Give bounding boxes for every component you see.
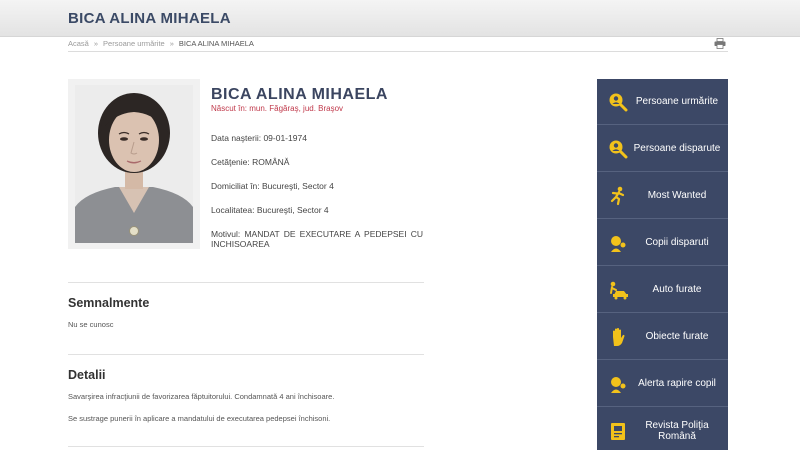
running-person-icon xyxy=(610,186,625,206)
sidebar-item-label: Revista Poliţia Română xyxy=(645,420,709,442)
child-alert-icon xyxy=(611,377,626,393)
detalii-title: Detalii xyxy=(68,368,106,382)
magazine-icon xyxy=(611,423,625,440)
page-header: BICA ALINA MIHAELA xyxy=(0,0,800,37)
birth-date: Data naşterii: 09-01-1974 xyxy=(211,133,307,143)
car-thief-icon xyxy=(610,281,628,300)
semnalmente-text: Nu se cunosc xyxy=(68,320,114,329)
sidebar-item-persoane-urmarite[interactable]: Persoane urmărite xyxy=(597,79,728,125)
sidebar-item-label: Copii disparuti xyxy=(645,237,709,248)
sidebar-item-label: Most Wanted xyxy=(647,190,707,201)
hand-icon xyxy=(613,328,625,346)
breadcrumb: Acasă » Persoane urmărite » BICA ALINA M… xyxy=(68,39,254,48)
sidebar-item-alerta-rapire-copil[interactable]: Alerta rapire copil xyxy=(597,361,728,407)
breadcrumb-wanted-link[interactable]: Persoane urmărite xyxy=(103,39,165,48)
section-divider xyxy=(68,446,424,447)
detalii-paragraph: Se sustrage punerii în aplicare a mandat… xyxy=(68,414,331,423)
header-title: BICA ALINA MIHAELA xyxy=(68,10,231,27)
detalii-paragraph: Savarşirea infracţiunii de favorizarea f… xyxy=(68,392,335,401)
sidebar-item-revista-politia-romana[interactable]: Revista Poliţia Română xyxy=(597,408,728,450)
sidebar-item-label: Alerta rapire copil xyxy=(638,378,716,389)
locality: Localitatea: Bucureşti, Sector 4 xyxy=(211,205,329,215)
sidebar-item-label: Persoane urmărite xyxy=(635,96,719,107)
reason: Motivul: MANDAT DE EXECUTARE A PEDEPSEI … xyxy=(211,229,423,249)
sidebar-item-most-wanted[interactable]: Most Wanted xyxy=(597,173,728,219)
sidebar-item-label: Persoane disparute xyxy=(633,143,721,154)
breadcrumb-current: BICA ALINA MIHAELA xyxy=(178,39,254,48)
sidebar-nav: Persoane urmărite Persoane disparute Mos… xyxy=(597,79,728,450)
section-divider xyxy=(68,354,424,355)
breadcrumb-divider xyxy=(68,51,728,52)
photo-frame xyxy=(68,79,200,249)
person-name: BICA ALINA MIHAELA xyxy=(211,86,388,103)
domicile: Domiciliat în: Bucureşti, Sector 4 xyxy=(211,181,334,191)
print-icon[interactable] xyxy=(714,38,726,49)
sidebar-item-label: Obiecte furate xyxy=(645,331,709,342)
breadcrumb-home-link[interactable]: Acasă xyxy=(68,39,89,48)
birthplace: Născut în: mun. Făgăraş, jud. Braşov xyxy=(211,104,344,113)
section-divider xyxy=(68,282,424,283)
citizenship: Cetăţenie: ROMÂNĂ xyxy=(211,157,290,167)
sidebar-item-persoane-disparute[interactable]: Persoane disparute xyxy=(597,126,728,172)
child-icon xyxy=(611,236,626,252)
breadcrumb-separator: » xyxy=(169,39,174,48)
magnifier-person-icon xyxy=(609,140,628,159)
sidebar-item-copii-disparuti[interactable]: Copii disparuti xyxy=(597,220,728,266)
breadcrumb-separator: » xyxy=(93,39,99,48)
sidebar-item-auto-furate[interactable]: Auto furate xyxy=(597,267,728,313)
magnifier-person-icon xyxy=(609,93,628,112)
semnalmente-title: Semnalmente xyxy=(68,296,150,310)
sidebar-item-label: Auto furate xyxy=(652,284,702,295)
person-photo xyxy=(75,85,193,243)
sidebar-item-obiecte-furate[interactable]: Obiecte furate xyxy=(597,314,728,360)
